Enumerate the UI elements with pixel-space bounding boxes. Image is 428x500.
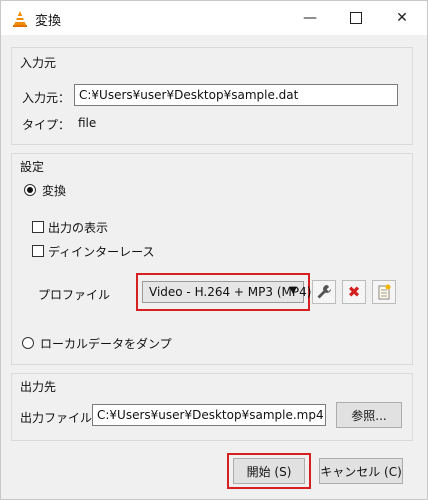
dump-raw-label: ローカルデータをダンプ bbox=[40, 337, 172, 351]
settings-section-label: 設定 bbox=[20, 160, 45, 174]
convert-radio[interactable] bbox=[24, 184, 36, 196]
source-input[interactable]: C:¥Users¥user¥Desktop¥sample.dat bbox=[74, 84, 398, 106]
new-profile-button[interactable] bbox=[372, 280, 396, 304]
start-button[interactable]: 開始 (S) bbox=[233, 458, 305, 484]
settings-section: 設定 変換 出力の表示 ディインターレース プロファイル Video - H.2… bbox=[11, 153, 413, 365]
deinterlace-checkbox[interactable] bbox=[32, 245, 44, 257]
wrench-icon bbox=[317, 285, 331, 299]
source-input-label: 入力元： bbox=[22, 91, 71, 105]
maximize-button[interactable] bbox=[333, 1, 379, 35]
close-button[interactable]: ✕ bbox=[379, 1, 425, 35]
show-output-checkbox[interactable] bbox=[32, 221, 44, 233]
source-section-label: 入力元 bbox=[20, 56, 57, 70]
type-value: file bbox=[78, 116, 97, 130]
dump-raw-radio[interactable] bbox=[22, 337, 34, 349]
close-icon: ✕ bbox=[396, 10, 408, 26]
delete-profile-button[interactable]: ✖ bbox=[342, 280, 366, 304]
vlc-cone-icon bbox=[13, 11, 27, 27]
source-section: 入力元 入力元： C:¥Users¥user¥Desktop¥sample.da… bbox=[11, 47, 413, 145]
minimize-icon: — bbox=[303, 10, 317, 26]
new-profile-icon bbox=[378, 284, 391, 300]
edit-profile-button[interactable] bbox=[312, 280, 336, 304]
destination-section-label: 出力先 bbox=[20, 380, 57, 394]
minimize-button[interactable]: — bbox=[287, 1, 333, 35]
type-label: タイプ： bbox=[22, 118, 71, 132]
profile-label: プロファイル bbox=[38, 288, 111, 302]
deinterlace-label: ディインターレース bbox=[48, 245, 155, 259]
profile-select-value: Video - H.264 + MP3 (MP4) bbox=[149, 285, 312, 299]
chevron-down-icon: ▼ bbox=[289, 285, 297, 296]
window-title: 変換 bbox=[35, 14, 62, 29]
delete-icon: ✖ bbox=[347, 283, 361, 301]
title-bar: 変換 — ✕ bbox=[1, 1, 427, 35]
convert-dialog: 変換 — ✕ 入力元 入力元： C:¥Users¥user¥Desktop¥sa… bbox=[0, 0, 428, 500]
destination-section: 出力先 出力ファイル： C:¥Users¥user¥Desktop¥sample… bbox=[11, 373, 413, 441]
show-output-label: 出力の表示 bbox=[48, 221, 109, 235]
browse-button[interactable]: 参照... bbox=[336, 402, 402, 428]
maximize-icon bbox=[350, 12, 362, 24]
profile-select[interactable]: Video - H.264 + MP3 (MP4) ▼ bbox=[142, 281, 311, 303]
cancel-button[interactable]: キャンセル (C) bbox=[319, 458, 403, 484]
convert-radio-label: 変換 bbox=[42, 184, 67, 198]
destination-file-input[interactable]: C:¥Users¥user¥Desktop¥sample.mp4 bbox=[92, 404, 326, 426]
